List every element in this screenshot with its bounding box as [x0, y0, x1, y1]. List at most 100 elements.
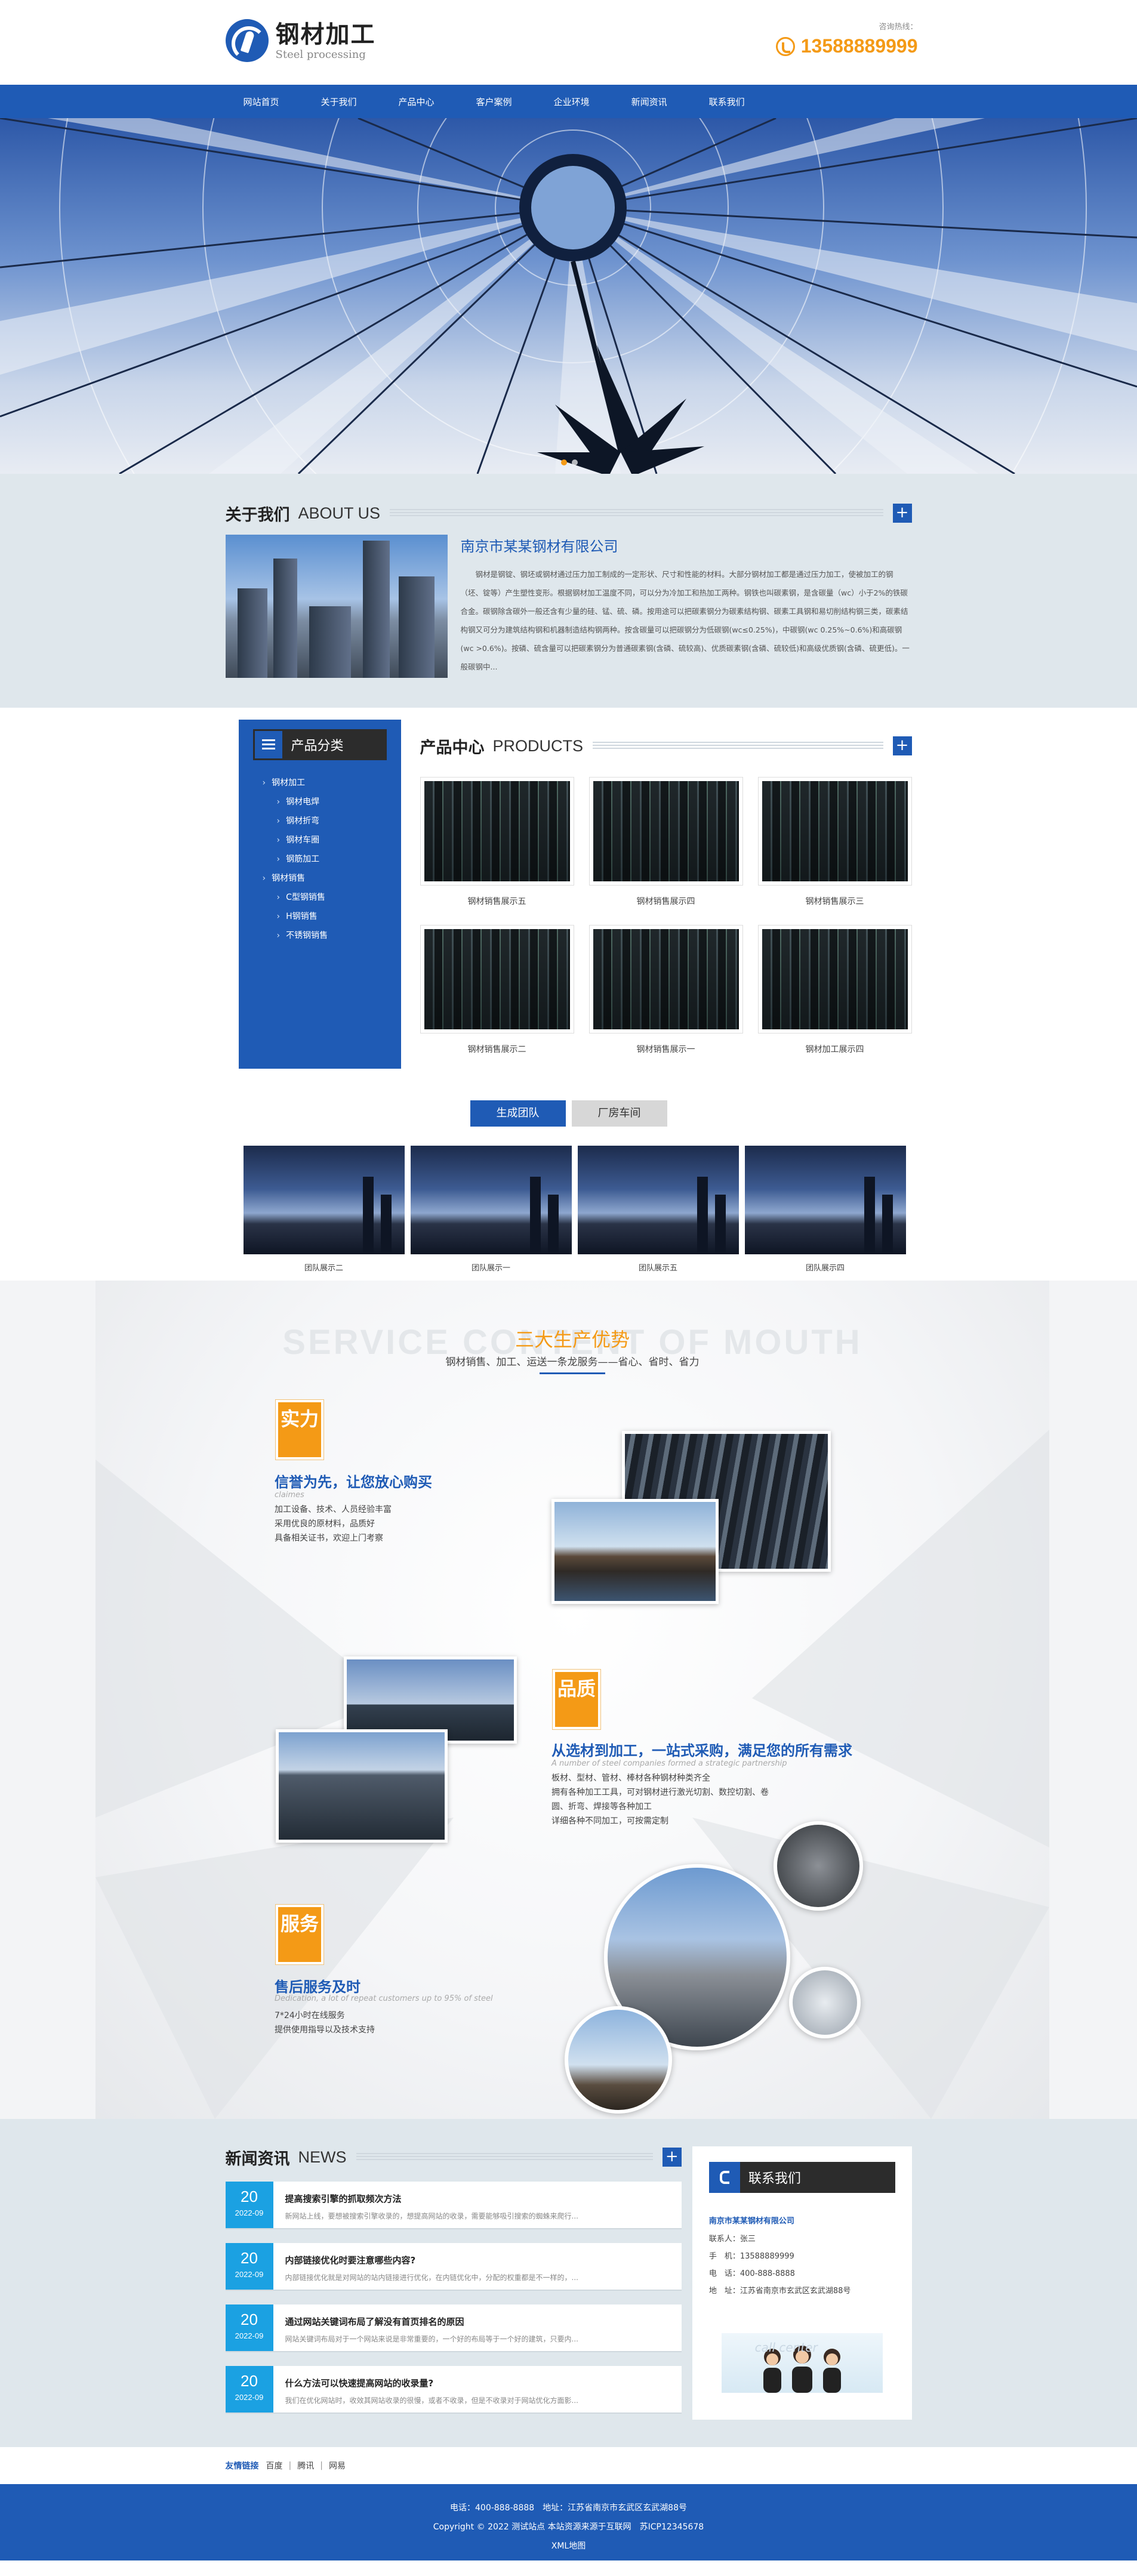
banner-dot[interactable]	[572, 459, 578, 465]
tab-team[interactable]: 生成团队	[470, 1100, 566, 1127]
product-name[interactable]: 钢材销售展示二	[420, 1043, 574, 1055]
category-item[interactable]: H钢销售	[255, 907, 401, 926]
team-gallery: 团队展示二 团队展示一 团队展示五 团队展示四	[243, 1146, 906, 1273]
team-card[interactable]: 团队展示五	[577, 1146, 739, 1273]
hotline-label: 咨询热线：	[879, 23, 918, 32]
product-image[interactable]	[757, 777, 912, 886]
contact-company: 南京市某某钢材有限公司	[708, 2217, 794, 2226]
product-card[interactable]: 钢材销售展示三	[757, 777, 912, 907]
about-more-button[interactable]: +	[892, 504, 912, 523]
news-title[interactable]: 通过网站关键词布局了解没有首页排名的原因	[285, 2315, 578, 2328]
block-en: claimes	[275, 1491, 304, 1500]
product-card[interactable]: 钢材销售展示五	[420, 777, 574, 907]
team-image[interactable]	[410, 1146, 572, 1254]
category-item[interactable]: 钢材折弯	[255, 812, 401, 831]
team-card[interactable]: 团队展示四	[744, 1146, 906, 1273]
product-image[interactable]	[757, 925, 912, 1034]
team-tabs: 生成团队 厂房车间	[226, 1100, 912, 1127]
product-name[interactable]: 钢材销售展示五	[420, 895, 574, 907]
product-name[interactable]: 钢材加工展示四	[758, 1043, 912, 1055]
contact-title: 联系我们	[748, 2171, 801, 2186]
nav-contact[interactable]: 联系我们	[709, 95, 745, 108]
products-heading: 产品中心 PRODUCTS +	[420, 735, 912, 757]
news-item[interactable]: 20 2022-09 提高搜索引擎的抓取频次方法 新网站上线，要想被搜索引擎收录的，…	[225, 2182, 682, 2229]
divider	[390, 509, 883, 517]
hero-banner[interactable]	[0, 118, 1137, 474]
news-section: 新闻资讯 NEWS + 20 2022-09 提高搜索引擎的抓取频次方法 新网站上线…	[0, 2119, 1137, 2447]
news-title[interactable]: 什么方法可以快速提高网站的收录量?	[285, 2377, 578, 2389]
team-image[interactable]	[744, 1146, 906, 1254]
footer-sitemap-link[interactable]: XML地图	[0, 2537, 1137, 2556]
steel-pipe-circle-photo	[774, 1821, 863, 1911]
company-name[interactable]: 南京市某某钢材有限公司	[461, 535, 912, 556]
news-title[interactable]: 提高搜索引擎的抓取频次方法	[285, 2192, 578, 2205]
nav-home[interactable]: 网站首页	[244, 95, 279, 108]
news-date: 20 2022-09	[225, 2243, 273, 2290]
category-item[interactable]: C型钢销售	[255, 888, 401, 907]
news-item[interactable]: 20 2022-09 什么方法可以快速提高网站的收录量? 我们在优化网站时，收效其网…	[225, 2366, 682, 2414]
team-card[interactable]: 团队展示一	[410, 1146, 572, 1273]
news-more-button[interactable]: +	[662, 2148, 682, 2167]
team-name[interactable]: 团队展示五	[578, 1261, 739, 1273]
product-image[interactable]	[588, 777, 743, 886]
friend-link[interactable]: 网易	[329, 2460, 346, 2472]
logo-subtitle: Steel processing	[275, 48, 366, 61]
news-list: 新闻资讯 NEWS + 20 2022-09 提高搜索引擎的抓取频次方法 新网站上线…	[225, 2146, 682, 2420]
call-center-image: call center	[721, 2333, 883, 2393]
nav-about[interactable]: 关于我们	[321, 95, 357, 108]
news-title[interactable]: 内部链接优化时要注意哪些内容?	[285, 2254, 578, 2266]
team-image[interactable]	[243, 1146, 405, 1254]
products-more-button[interactable]: +	[892, 736, 912, 755]
product-name[interactable]: 钢材销售展示一	[589, 1043, 743, 1055]
category-item[interactable]: 钢材销售	[255, 869, 401, 888]
nav-news[interactable]: 新闻资讯	[631, 95, 667, 108]
nav-products[interactable]: 产品中心	[399, 95, 435, 108]
sidebar-title: 产品分类	[291, 739, 344, 754]
product-image[interactable]	[420, 925, 574, 1034]
tab-workshop[interactable]: 厂房车间	[571, 1100, 667, 1127]
hotline-number: 13588889999	[800, 35, 918, 57]
news-item[interactable]: 20 2022-09 内部链接优化时要注意哪些内容? 内部链接优化就是对网站的站内链…	[225, 2243, 682, 2291]
category-item[interactable]: 钢材加工	[255, 773, 401, 792]
contact-mobile: 手 机：13588889999	[708, 2252, 794, 2261]
product-name[interactable]: 钢材销售展示四	[589, 895, 743, 907]
news-item[interactable]: 20 2022-09 通过网站关键词布局了解没有首页排名的原因 网站关键词布局对于一…	[225, 2304, 682, 2352]
news-summary: 网站关键词布局对于一个网站来说是非常重要的，一个好的布局等于一个好的建筑，只要内…	[285, 2335, 578, 2343]
title-underline	[540, 1372, 605, 1374]
block-en: Dedication, a lot of repeat customers up…	[275, 1994, 493, 2003]
logo-title: 钢材加工	[275, 20, 376, 48]
badge-service: 服务	[276, 1905, 323, 1964]
product-card[interactable]: 钢材销售展示二	[420, 925, 574, 1055]
friend-link[interactable]: 腾讯	[297, 2460, 314, 2472]
news-summary: 内部链接优化就是对网站的站内链接进行优化，在内链优化中，分配的权重都是不一样的，…	[285, 2273, 578, 2282]
call-center-text: call center	[754, 2340, 818, 2355]
product-image[interactable]	[420, 777, 574, 886]
nav-cases[interactable]: 客户案例	[476, 95, 512, 108]
contact-phone: 电 话：400-888-8888	[708, 2269, 795, 2278]
site-logo[interactable]: 钢材加工 Steel processing	[225, 19, 376, 62]
team-image[interactable]	[577, 1146, 739, 1254]
banner-dot[interactable]	[561, 459, 567, 465]
category-item[interactable]: 钢材电焊	[255, 792, 401, 812]
product-name[interactable]: 钢材销售展示三	[758, 895, 912, 907]
footer-copyright: Copyright © 2022 测试站点 本站资源来源于互联网 苏ICP123…	[433, 2522, 704, 2532]
team-name[interactable]: 团队展示二	[244, 1261, 405, 1273]
category-item[interactable]: 钢材车圈	[255, 831, 401, 850]
nav-environment[interactable]: 企业环境	[554, 95, 590, 108]
product-card[interactable]: 钢材销售展示一	[588, 925, 743, 1055]
about-title-en: ABOUT US	[298, 504, 381, 522]
products-section: 产品分类 钢材加工 钢材电焊 钢材折弯 钢材车圈 钢筋加工 钢材销售 C型钢销售…	[0, 708, 1137, 1334]
team-name[interactable]: 团队展示一	[411, 1261, 572, 1273]
category-item[interactable]: 不锈钢销售	[255, 926, 401, 945]
contact-address: 地 址：江苏省南京市玄武区玄武湖88号	[708, 2287, 851, 2296]
team-card[interactable]: 团队展示二	[243, 1146, 405, 1273]
products-title-cn: 产品中心	[420, 738, 485, 757]
category-sidebar: 产品分类 钢材加工 钢材电焊 钢材折弯 钢材车圈 钢筋加工 钢材销售 C型钢销售…	[238, 720, 401, 1069]
site-header: 钢材加工 Steel processing 咨询热线： 13588889999	[0, 0, 1137, 85]
friend-link[interactable]: 百度	[266, 2460, 283, 2472]
product-card[interactable]: 钢材销售展示四	[588, 777, 743, 907]
product-card[interactable]: 钢材加工展示四	[757, 925, 912, 1055]
product-image[interactable]	[588, 925, 743, 1034]
team-name[interactable]: 团队展示四	[745, 1261, 906, 1273]
category-item[interactable]: 钢筋加工	[255, 850, 401, 869]
